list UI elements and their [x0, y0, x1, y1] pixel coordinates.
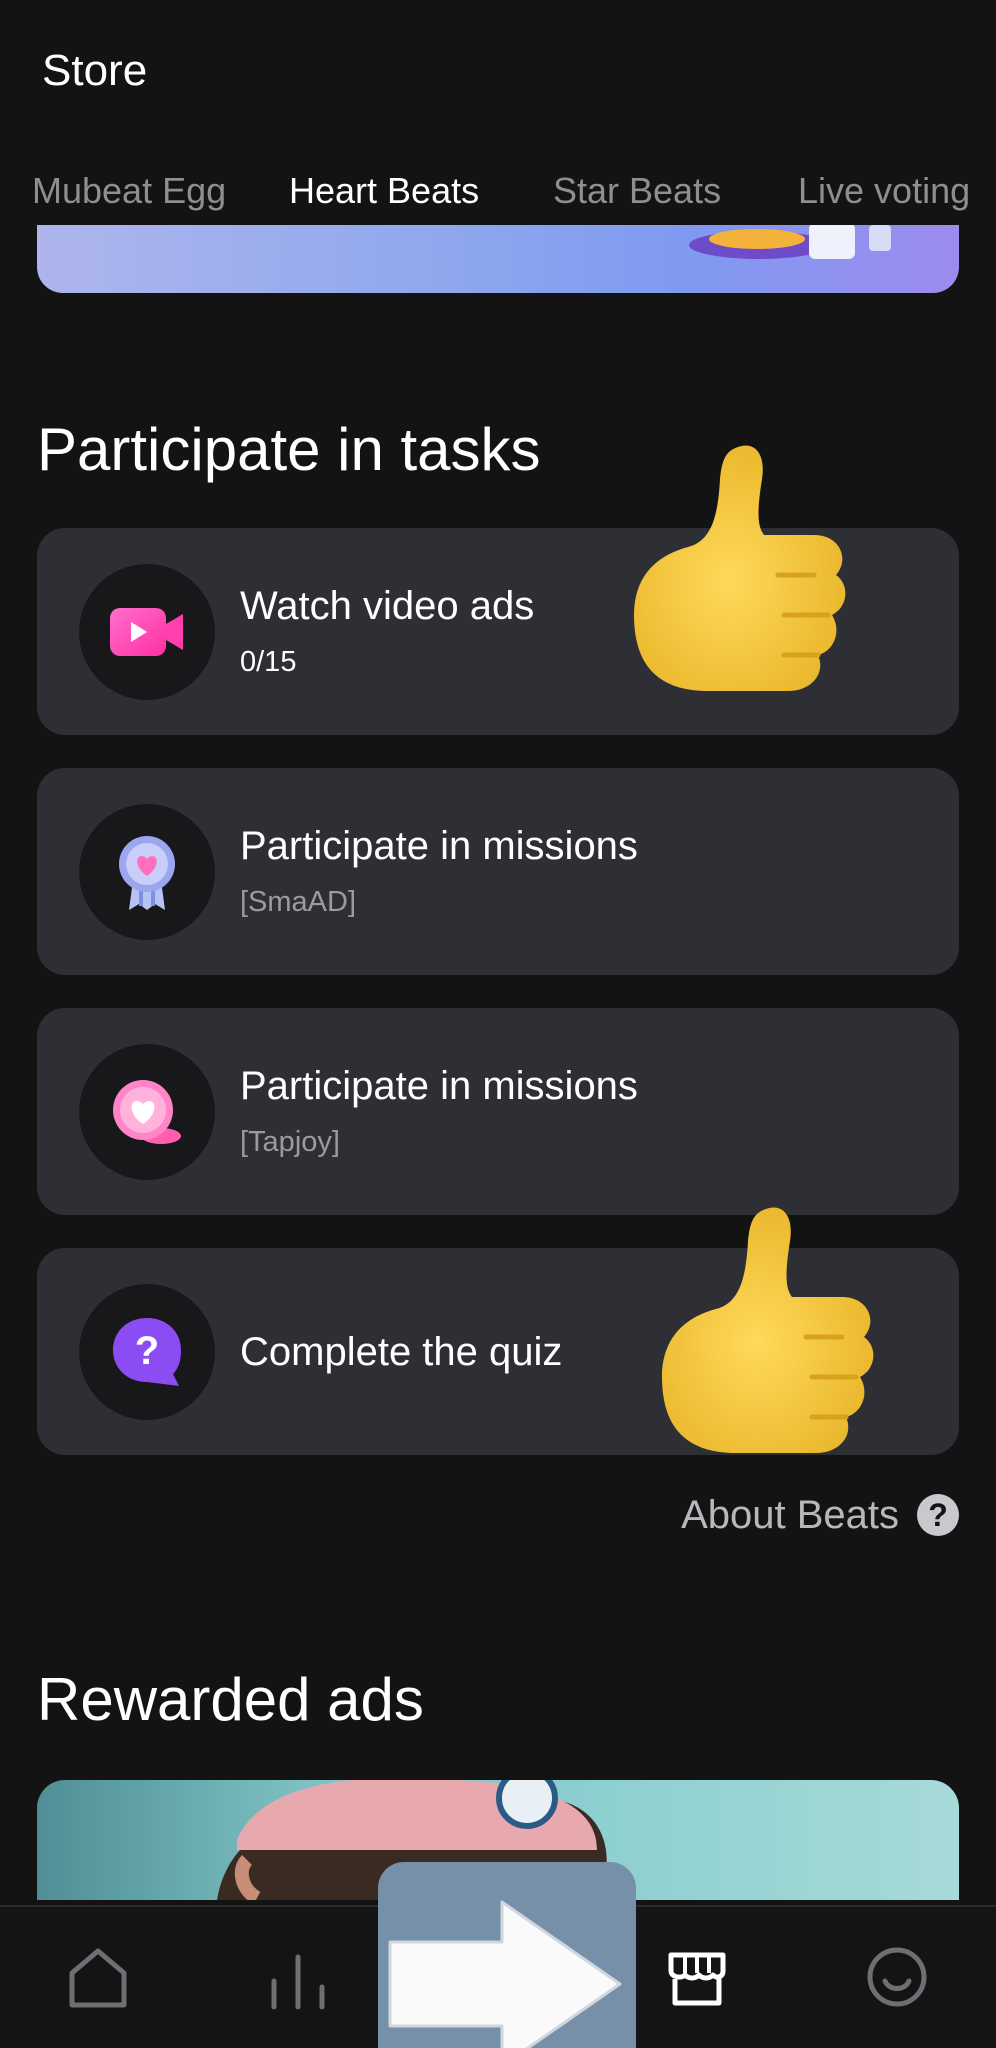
about-beats-link[interactable]: About Beats ?: [681, 1490, 959, 1540]
task-title: Complete the quiz: [240, 1330, 563, 1374]
help-icon[interactable]: ?: [917, 1494, 959, 1536]
task-icon-container: [79, 1044, 215, 1180]
nav-store[interactable]: [657, 1937, 737, 2017]
question-bubble-icon: ?: [113, 1318, 181, 1386]
chart-icon: [271, 1954, 325, 2010]
home-icon: [69, 1948, 127, 2008]
banner-illustration: [689, 225, 891, 259]
task-icon-container: [79, 804, 215, 940]
tasks-section-title: Participate in tasks: [37, 416, 541, 483]
task-missions-tapjoy[interactable]: Participate in missions [Tapjoy]: [37, 1008, 959, 1215]
promo-banner[interactable]: [37, 225, 959, 293]
task-title: Participate in missions: [240, 824, 638, 868]
task-missions-smaad[interactable]: Participate in missions [SmaAD]: [37, 768, 959, 975]
thumbs-up-emoji: [662, 1207, 874, 1453]
task-source: [Tapjoy]: [240, 1126, 340, 1158]
tab-live-voting[interactable]: Live voting: [798, 170, 970, 212]
tab-mubeat-egg[interactable]: Mubeat Egg: [32, 170, 226, 212]
rewarded-ads-title: Rewarded ads: [37, 1666, 424, 1733]
nav-profile[interactable]: [857, 1937, 937, 2017]
tab-star-beats[interactable]: Star Beats: [553, 170, 721, 212]
arrow-overlay: [378, 1862, 636, 2048]
nav-home[interactable]: [58, 1937, 138, 2017]
page-title: Store: [42, 46, 148, 95]
right-arrow-icon: [388, 1900, 622, 2048]
medal-heart-icon: [119, 836, 175, 910]
task-icon-container: [79, 564, 215, 700]
task-icon-container: ?: [79, 1284, 215, 1420]
tab-heart-beats[interactable]: Heart Beats: [289, 170, 479, 212]
task-title: Watch video ads: [240, 584, 535, 628]
svg-text:?: ?: [135, 1329, 159, 1373]
task-title: Participate in missions: [240, 1064, 638, 1108]
video-camera-icon: [110, 608, 183, 656]
heart-coin-icon: [113, 1080, 181, 1144]
task-source: [SmaAD]: [240, 886, 357, 918]
about-beats-label: About Beats: [681, 1492, 899, 1537]
task-progress: 0/15: [240, 646, 297, 678]
store-icon: [668, 1952, 726, 2006]
thumbs-up-emoji: [634, 445, 846, 691]
profile-icon: [867, 1947, 927, 2007]
nav-chart[interactable]: [258, 1937, 338, 2017]
